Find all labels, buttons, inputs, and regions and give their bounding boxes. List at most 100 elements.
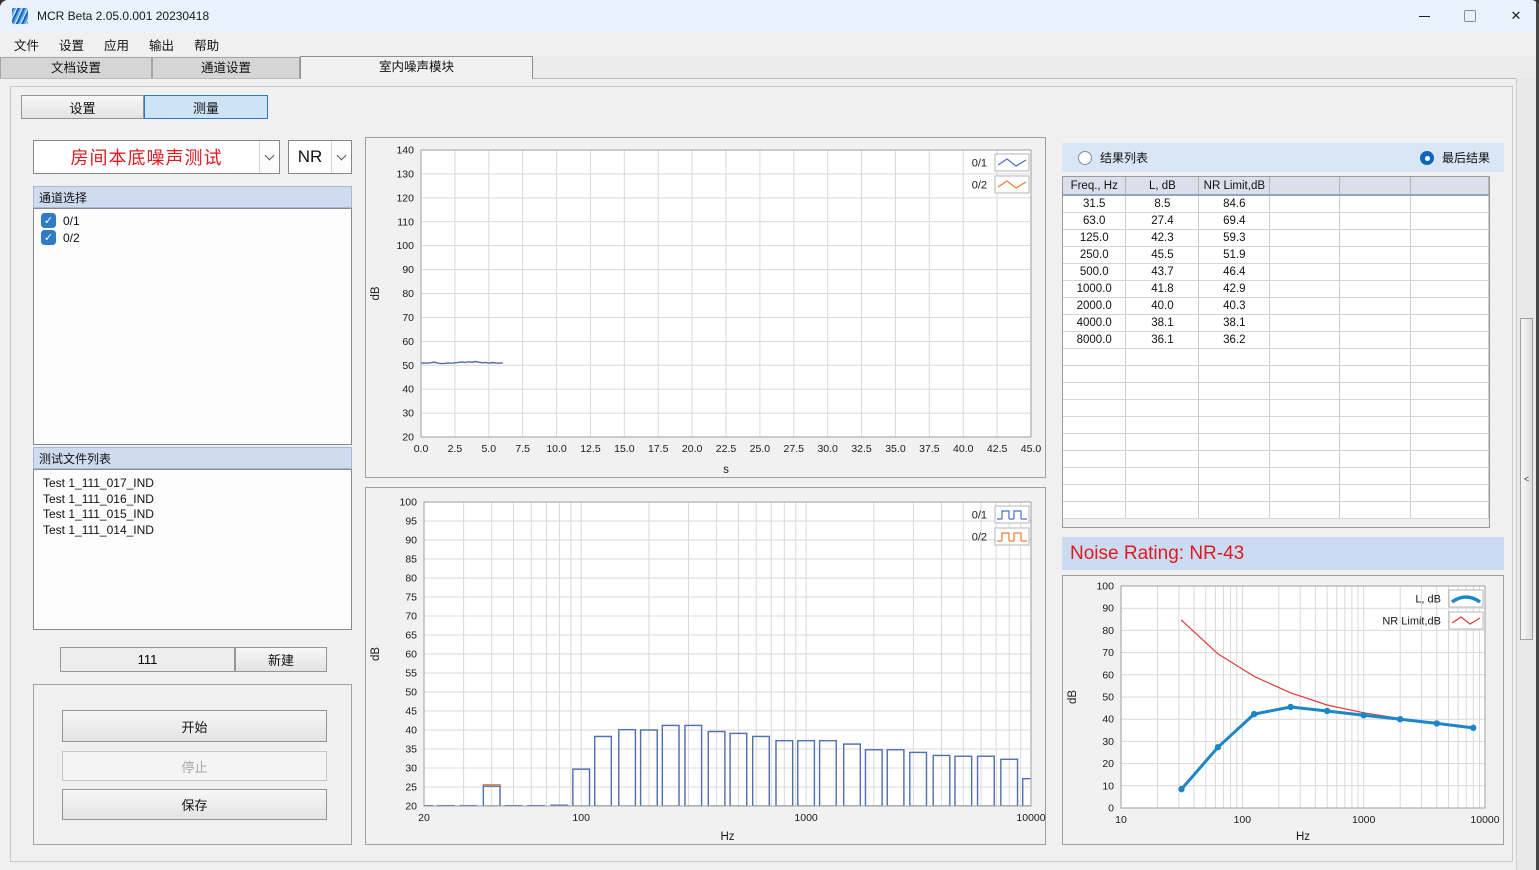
results-table-header-cell: L, dB (1126, 177, 1199, 195)
file-list-item[interactable]: Test 1_111_015_IND (34, 507, 351, 523)
tab-document-settings[interactable]: 文档设置 (0, 57, 152, 78)
results-table-empty-row (1063, 366, 1489, 383)
checkbox-icon[interactable]: ✓ (41, 213, 56, 228)
file-list-item[interactable]: Test 1_111_014_IND (34, 523, 351, 539)
results-table-cell (1126, 383, 1199, 400)
results-table-row[interactable]: 125.042.359.3 (1063, 230, 1489, 247)
svg-text:10: 10 (1102, 780, 1114, 792)
app-window: MCR Beta 2.05.0.001 20230418 ✕ 文件设置应用输出帮… (0, 0, 1539, 870)
results-table-cell (1340, 383, 1411, 400)
last-result-radio-label[interactable]: 最后结果 (1442, 149, 1490, 166)
results-table-row[interactable]: 1000.041.842.9 (1063, 281, 1489, 298)
channel-list: ✓0/1✓0/2 (33, 208, 352, 445)
time-history-chart: 20304050607080901001101201301400.02.55.0… (365, 137, 1046, 478)
results-table-cell (1126, 468, 1199, 485)
new-button[interactable]: 新建 (235, 647, 327, 672)
results-table-cell (1411, 417, 1489, 434)
results-table-cell: 45.5 (1126, 247, 1199, 264)
svg-text:2.5: 2.5 (448, 443, 463, 455)
results-table-cell (1411, 434, 1489, 451)
svg-text:10000: 10000 (1016, 812, 1045, 824)
file-name-input[interactable] (60, 647, 235, 672)
results-table-cell (1270, 502, 1340, 519)
x-axis-label: Hz (720, 831, 734, 843)
time-history-chart-svg: 20304050607080901001101201301400.02.55.0… (366, 138, 1047, 479)
start-button[interactable]: 开始 (62, 710, 327, 742)
menu-item-3[interactable]: 应用 (94, 32, 139, 57)
checkbox-icon[interactable]: ✓ (41, 230, 56, 245)
results-table-cell: 27.4 (1126, 213, 1199, 230)
tab-channel-settings[interactable]: 通道设置 (152, 57, 300, 78)
results-table-cell (1411, 485, 1489, 502)
legend-swatch-box (995, 506, 1029, 523)
result-list-radio[interactable] (1078, 151, 1092, 165)
results-table-cell (1340, 332, 1411, 349)
results-table-header-cell (1340, 177, 1411, 195)
svg-text:20: 20 (1102, 758, 1114, 770)
results-table-cell (1063, 468, 1126, 485)
menu-item-5[interactable]: 帮助 (184, 32, 229, 57)
subtab-measure[interactable]: 测量 (144, 95, 268, 119)
svg-text:45.0: 45.0 (1021, 443, 1042, 455)
results-table-cell (1340, 230, 1411, 247)
results-table-row[interactable]: 4000.038.138.1 (1063, 315, 1489, 332)
results-table-row[interactable]: 500.043.746.4 (1063, 264, 1489, 281)
chevron-down-icon[interactable] (331, 141, 351, 173)
test-type-combobox[interactable]: 房间本底噪声测试 (33, 140, 280, 174)
menu-item-2[interactable]: 设置 (49, 32, 94, 57)
results-table-cell (1340, 315, 1411, 332)
results-table-cell (1411, 315, 1489, 332)
svg-text:85: 85 (405, 554, 417, 566)
svg-text:40.0: 40.0 (953, 443, 974, 455)
svg-text:80: 80 (405, 573, 417, 585)
last-result-radio[interactable] (1420, 151, 1434, 165)
test-type-value: 房间本底噪声测试 (34, 141, 259, 173)
legend-label: 0/1 (972, 158, 987, 170)
channel-list-item[interactable]: ✓0/1 (34, 212, 351, 229)
results-table-cell (1126, 485, 1199, 502)
results-table-row[interactable]: 8000.036.136.2 (1063, 332, 1489, 349)
results-table-cell (1411, 281, 1489, 298)
svg-text:30: 30 (402, 408, 414, 420)
svg-text:40: 40 (1102, 714, 1114, 726)
results-table-row[interactable]: 250.045.551.9 (1063, 247, 1489, 264)
channel-list-item[interactable]: ✓0/2 (34, 229, 351, 246)
save-button[interactable]: 保存 (62, 789, 327, 820)
menu-item-4[interactable]: 输出 (139, 32, 184, 57)
results-table-cell (1411, 468, 1489, 485)
chevron-down-icon[interactable] (259, 141, 279, 173)
results-table-cell (1199, 417, 1270, 434)
maximize-button[interactable] (1447, 0, 1493, 32)
close-button[interactable]: ✕ (1493, 0, 1539, 32)
subtab-settings[interactable]: 设置 (21, 95, 144, 119)
noise-rating-banner: Noise Rating: NR-43 (1062, 537, 1504, 570)
tab-indoor-noise-module[interactable]: 室内噪声模块 (300, 56, 533, 79)
minimize-button[interactable] (1401, 0, 1447, 32)
svg-text:7.5: 7.5 (515, 443, 530, 455)
window-title: MCR Beta 2.05.0.001 20230418 (37, 9, 209, 23)
results-table-cell: 84.6 (1199, 195, 1270, 213)
result-list-radio-label[interactable]: 结果列表 (1100, 149, 1148, 166)
results-table-cell (1411, 195, 1489, 213)
results-table-cell (1063, 502, 1126, 519)
file-list-item[interactable]: Test 1_111_016_IND (34, 492, 351, 508)
results-table-row[interactable]: 31.58.584.6 (1063, 195, 1489, 213)
results-table-empty-row (1063, 502, 1489, 519)
results-table-cell (1270, 485, 1340, 502)
menu-item-1[interactable]: 文件 (4, 32, 49, 57)
legend-label: NR Limit,dB (1382, 616, 1441, 628)
legend-swatch-box (995, 528, 1029, 545)
results-table-cell (1126, 366, 1199, 383)
svg-text:20.0: 20.0 (682, 443, 703, 455)
svg-text:70: 70 (402, 312, 414, 324)
results-table-cell (1126, 349, 1199, 366)
collapse-panel-button[interactable]: < (1520, 318, 1533, 640)
results-table-cell (1270, 332, 1340, 349)
results-table-row[interactable]: 2000.040.040.3 (1063, 298, 1489, 315)
file-list-item[interactable]: Test 1_111_017_IND (34, 476, 351, 492)
results-table-row[interactable]: 63.027.469.4 (1063, 213, 1489, 230)
nr-curve-combobox[interactable]: NR (288, 140, 352, 174)
svg-text:10: 10 (1115, 814, 1127, 826)
results-table-cell: 125.0 (1063, 230, 1126, 247)
results-table-cell (1340, 451, 1411, 468)
